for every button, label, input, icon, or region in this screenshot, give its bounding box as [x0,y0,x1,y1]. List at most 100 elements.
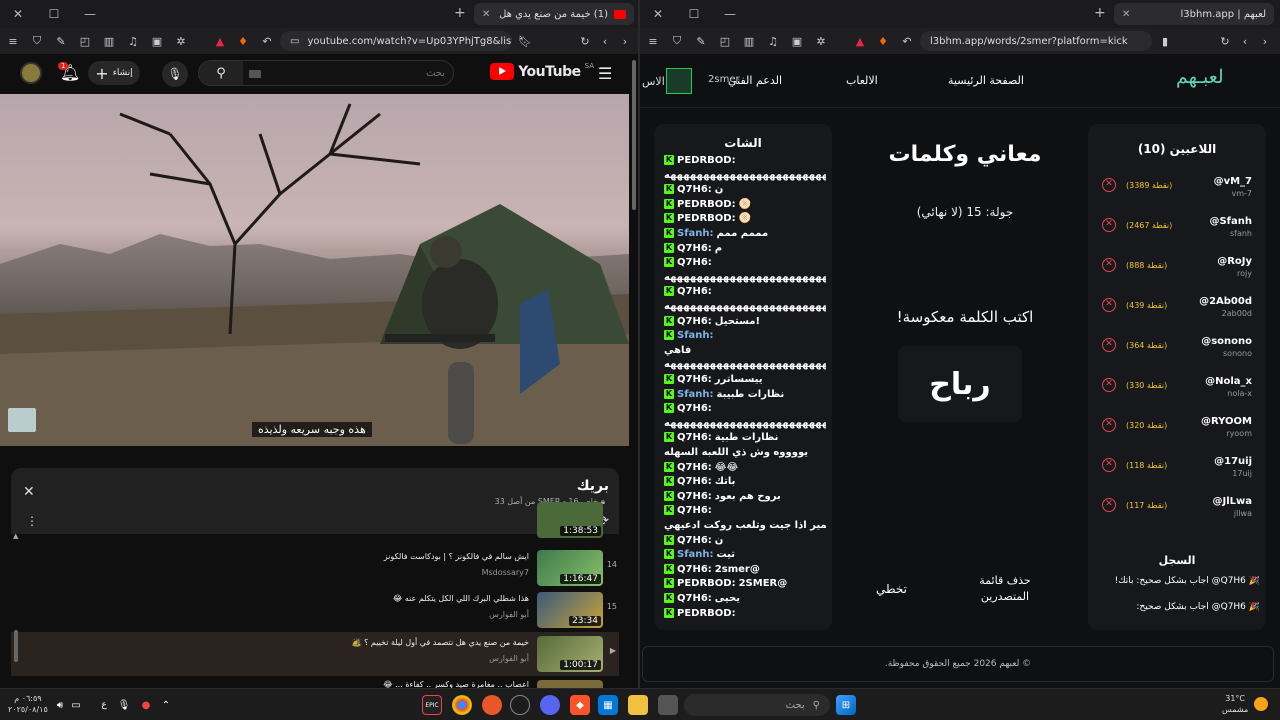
chat-message: K Q7H6: 2smer@ [664,563,826,577]
site-logo[interactable]: لعبـهم [1176,66,1224,88]
brave-shield-icon[interactable]: ♦ [236,34,250,48]
maximize-window-icon[interactable]: ☐ [36,0,72,28]
minimize-window-icon[interactable]: — [72,0,108,28]
hamburger-menu-icon[interactable]: ☰ [598,64,612,83]
player-username: nola-x [1227,389,1252,398]
playlist-item-current[interactable]: ▶ 1:00:17 خيمة من صنع يدي هل نتصمد في أو… [11,632,619,676]
skip-button[interactable]: تخطي [876,582,907,596]
remove-player-icon[interactable]: ✕ [1102,338,1116,352]
reload-icon[interactable]: ↻ [1218,34,1232,48]
maximize-window-icon[interactable]: ☐ [676,0,712,28]
brave-shield-icon[interactable]: ♦ [876,34,890,48]
warning-icon[interactable]: ▲ [213,34,227,48]
avatar[interactable] [20,62,42,84]
search-button[interactable]: ⚲ [199,61,243,85]
scroll-up-icon[interactable]: ▲ [13,532,18,540]
nav-overflow-link[interactable]: الاس [642,75,665,88]
bookmarks-icon[interactable]: ◰ [78,34,92,48]
remove-player-icon[interactable]: ✕ [1102,258,1116,272]
nav-home-link[interactable]: الصفحة الرئيسية [948,74,1024,87]
remove-player-icon[interactable]: ✕ [1102,458,1116,472]
forward-icon[interactable]: › [618,34,632,48]
extensions-icon[interactable]: ✎ [54,34,68,48]
shield-icon[interactable]: ⛉ [670,34,684,48]
epic-games-icon[interactable]: EPIC [422,695,442,715]
voice-search-icon[interactable]: 🎙︎ [162,61,188,87]
close-window-icon[interactable]: ✕ [0,0,36,28]
warning-icon[interactable]: ▲ [853,34,867,48]
microphone-icon[interactable]: 🎙︎ [114,695,134,715]
playlist-scrollbar[interactable] [14,630,18,662]
clock[interactable]: ٠٦:٥٩ م ٢٠٢٥/٠٨/١٥ [8,693,48,715]
remove-player-icon[interactable]: ✕ [1102,498,1116,512]
close-playlist-icon[interactable]: ✕ [23,484,35,500]
sidebar-icon[interactable]: ▥ [102,34,116,48]
tab-l3bhm[interactable]: ✕ لعبهم | l3bhm.app [1114,3,1274,25]
tab-close-icon[interactable]: ✕ [482,9,490,20]
file-explorer-icon[interactable] [628,695,648,715]
remove-player-icon[interactable]: ✕ [1102,298,1116,312]
steam-icon[interactable] [510,695,530,715]
keyboard-icon[interactable] [249,70,261,78]
address-bar[interactable]: ▭ youtube.com/watch?v=Up03YPhjTg8&list..… [280,31,512,51]
close-window-icon[interactable]: ✕ [640,0,676,28]
nav-support-link[interactable]: الدعم الفني [728,74,782,87]
remove-player-icon[interactable]: ✕ [1102,378,1116,392]
bookmark-icon[interactable]: 🔖︎ [518,34,532,48]
user-avatar[interactable] [666,68,692,94]
player-row: @sonono sonono (364 نقطة) ✕ [1102,336,1252,376]
screenshot-icon[interactable]: ▣ [150,34,164,48]
app-icon[interactable] [482,695,502,715]
playlist-item[interactable]: 15 23:34 هذا شطلي البرك اللي الكل يتكلم … [11,590,619,630]
discord-icon[interactable] [540,695,560,715]
sidebar-icon[interactable]: ▥ [742,34,756,48]
menu-icon[interactable]: ≡ [646,34,660,48]
screenshot-icon[interactable]: ▣ [790,34,804,48]
address-bar[interactable]: l3bhm.app/words/2smer?platform=kick [920,31,1152,51]
page-scrollbar[interactable] [632,60,636,210]
puzzle-icon[interactable]: ✲ [174,34,188,48]
playlist-item[interactable]: 1:38:53 [11,502,619,542]
shield-icon[interactable]: ⛉ [30,34,44,48]
nav-games-link[interactable]: الالعاب [846,74,878,87]
share-icon[interactable]: ↶ [900,34,914,48]
bookmarks-icon[interactable]: ◰ [718,34,732,48]
video-player[interactable]: هذه وجبه سريعه ولذيذه [0,94,629,446]
create-button[interactable]: + إنشاء [88,61,140,85]
remove-player-icon[interactable]: ✕ [1102,218,1116,232]
brave-icon[interactable]: ◆ [570,695,590,715]
record-icon[interactable]: ● [136,695,156,715]
extensions-icon[interactable]: ✎ [694,34,708,48]
playlist-item[interactable]: اعصاب .. مغامرة صيد وكسر .. كفاءة ... 😂 [11,678,619,688]
chrome-icon[interactable] [452,695,472,715]
puzzle-icon[interactable]: ✲ [814,34,828,48]
music-icon[interactable]: ♫ [766,34,780,48]
back-icon[interactable]: ‹ [598,34,612,48]
tab-close-icon[interactable]: ✕ [1122,9,1130,20]
display-icon[interactable]: ▭ [66,695,86,715]
new-tab-icon[interactable]: + [1094,5,1106,21]
input-language[interactable]: ع [94,695,114,715]
weather-widget[interactable]: 31°C مشمس [1222,693,1248,715]
new-tab-icon[interactable]: + [454,5,466,21]
music-icon[interactable]: ♫ [126,34,140,48]
playlist-item[interactable]: 14 1:16:47 ايش سالم في فالكونز ؟ | بودكا… [11,548,619,588]
tab-youtube[interactable]: ✕ (1) خيمة من صنع يدي هل نتص... [474,3,634,25]
taskbar-search[interactable]: ⚲ بحث [684,694,830,716]
reload-icon[interactable]: ↻ [578,34,592,48]
share-icon[interactable]: ↶ [260,34,274,48]
back-icon[interactable]: ‹ [1238,34,1252,48]
minimize-window-icon[interactable]: — [712,0,748,28]
tray-overflow-icon[interactable]: ⌃ [156,695,176,715]
task-view-icon[interactable] [658,695,678,715]
search-input[interactable] [247,63,445,83]
remove-player-icon[interactable]: ✕ [1102,178,1116,192]
menu-icon[interactable]: ≡ [6,34,20,48]
forward-icon[interactable]: › [1258,34,1272,48]
start-icon[interactable]: ⊞ [836,695,856,715]
youtube-logo[interactable]: YouTube SA [490,62,594,80]
store-icon[interactable]: ▦ [598,695,618,715]
remove-player-icon[interactable]: ✕ [1102,418,1116,432]
clear-leaderboard-button[interactable]: حذف قائمة المتصدرين [960,573,1050,605]
bookmark-icon[interactable]: ▮ [1158,34,1172,48]
